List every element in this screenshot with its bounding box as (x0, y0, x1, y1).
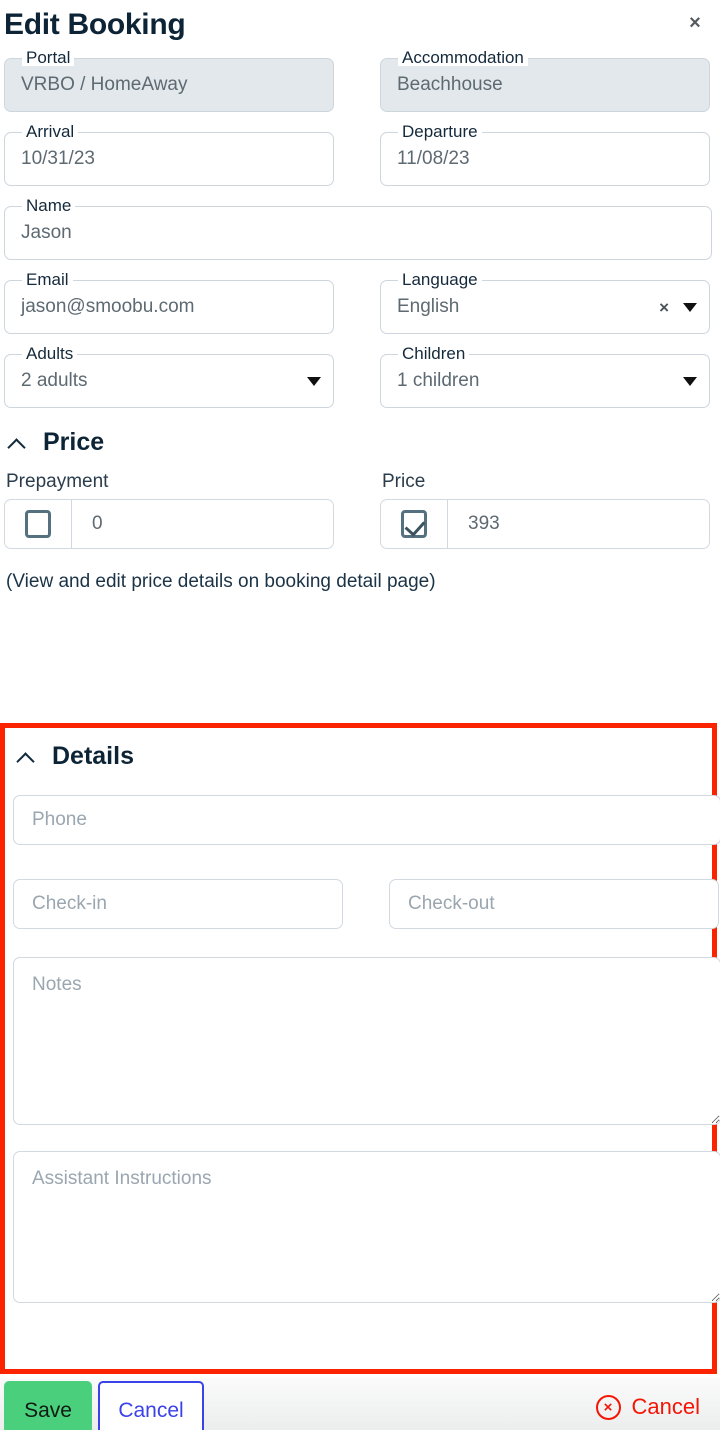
accommodation-value: Beachhouse (397, 74, 503, 95)
prepayment-checkbox[interactable] (4, 499, 72, 549)
language-label: Language (398, 271, 482, 288)
language-field[interactable]: Language English × (380, 271, 710, 334)
name-label: Name (22, 197, 76, 214)
checkin-checkout-row: Check-in Check-out (13, 879, 719, 929)
cancel-button[interactable]: Cancel (98, 1381, 204, 1430)
assistant-instructions-row (13, 1151, 720, 1303)
departure-field[interactable]: Departure 11/08/23 (380, 123, 710, 186)
adults-value: 2 adults (21, 370, 88, 391)
children-adornments (683, 355, 697, 407)
field-portal: Portal VRBO / HomeAway (4, 49, 334, 112)
price-checkbox[interactable] (380, 499, 448, 549)
details-section: Details Phone Check-in Check-out (11, 742, 720, 1303)
portal-field: Portal VRBO / HomeAway (4, 49, 334, 112)
accommodation-label: Accommodation (398, 49, 528, 66)
email-label: Email (22, 271, 73, 288)
field-arrival: Arrival 10/31/23 (4, 123, 334, 186)
chevron-down-icon[interactable] (683, 302, 697, 312)
adults-children-row: Adults 2 adults Children 1 children (4, 345, 716, 408)
portal-value: VRBO / HomeAway (21, 74, 188, 95)
adults-label: Adults (22, 345, 78, 362)
checkbox-checked-icon (401, 510, 427, 538)
arrival-field[interactable]: Arrival 10/31/23 (4, 123, 334, 186)
prepayment-value: 0 (92, 513, 103, 534)
price-value: 393 (468, 513, 500, 534)
email-value: jason@smoobu.com (21, 296, 195, 317)
chevron-down-icon[interactable] (307, 376, 321, 386)
booking-form: Portal VRBO / HomeAway Accommodation Bea… (0, 49, 720, 593)
prepayment-caption: Prepayment (6, 471, 109, 492)
name-value: Jason (21, 222, 72, 243)
field-email: Email jason@smoobu.com (4, 271, 334, 334)
edit-booking-modal: Edit Booking × Portal VRBO / HomeAway Ac… (0, 0, 720, 1430)
cancel-link[interactable]: × Cancel (595, 1394, 700, 1420)
price-row: Prepayment 0 Price 393 (4, 471, 716, 549)
notes-textarea[interactable] (13, 957, 720, 1125)
field-accommodation: Accommodation Beachhouse (380, 49, 710, 112)
phone-row: Phone (13, 795, 720, 845)
portal-label: Portal (22, 49, 75, 66)
price-group: Price 393 (380, 471, 710, 549)
field-adults: Adults 2 adults (4, 345, 334, 408)
close-icon[interactable]: × (659, 299, 669, 316)
save-button[interactable]: Save (4, 1381, 92, 1430)
accommodation-field: Accommodation Beachhouse (380, 49, 710, 112)
field-check-out: Check-out (389, 879, 719, 929)
chevron-down-icon[interactable] (683, 376, 697, 386)
close-icon[interactable]: × (682, 10, 708, 36)
page-title: Edit Booking (4, 8, 186, 41)
field-name: Name Jason (4, 197, 712, 260)
assistant-instructions-textarea[interactable] (13, 1151, 720, 1303)
notes-row (13, 957, 720, 1125)
children-field[interactable]: Children 1 children (380, 345, 710, 408)
chevron-up-icon[interactable] (8, 437, 26, 449)
children-value: 1 children (397, 370, 480, 391)
adults-field[interactable]: Adults 2 adults (4, 345, 334, 408)
details-section-highlight: Details Phone Check-in Check-out (0, 723, 720, 1374)
chevron-up-icon[interactable] (17, 751, 35, 763)
field-notes (13, 957, 720, 1125)
email-language-row: Email jason@smoobu.com Language English … (4, 271, 716, 334)
check-out-field[interactable]: Check-out (389, 879, 719, 929)
departure-label: Departure (398, 123, 482, 140)
details-section-header[interactable]: Details (17, 742, 704, 771)
departure-value: 11/08/23 (397, 148, 470, 169)
field-check-in: Check-in (13, 879, 343, 929)
prepayment-group: Prepayment 0 (4, 471, 334, 549)
checkbox-unchecked-icon (25, 510, 51, 538)
price-input[interactable]: 393 (448, 499, 710, 549)
price-section-header[interactable]: Price (8, 428, 716, 457)
price-note: (View and edit price details on booking … (6, 571, 436, 592)
cancel-link-label: Cancel (631, 1394, 700, 1419)
adults-adornments (307, 355, 321, 407)
email-field[interactable]: Email jason@smoobu.com (4, 271, 334, 334)
field-language: Language English × (380, 271, 710, 334)
modal-header: Edit Booking × (0, 0, 720, 58)
check-out-placeholder: Check-out (408, 893, 495, 914)
arrival-departure-row: Arrival 10/31/23 Departure 11/08/23 (4, 123, 716, 186)
circle-x-icon: × (595, 1394, 621, 1420)
language-adornments: × (659, 281, 697, 333)
phone-field[interactable]: Phone (13, 795, 720, 845)
field-phone: Phone (13, 795, 720, 845)
price-field: 393 (380, 499, 710, 549)
price-caption: Price (382, 471, 426, 492)
name-field[interactable]: Name Jason (4, 197, 712, 260)
details-section-title: Details (52, 742, 134, 770)
check-in-field[interactable]: Check-in (13, 879, 343, 929)
check-in-placeholder: Check-in (32, 893, 107, 914)
prepayment-field: 0 (4, 499, 334, 549)
phone-placeholder: Phone (32, 809, 87, 830)
arrival-label: Arrival (22, 123, 79, 140)
portal-accommodation-row: Portal VRBO / HomeAway Accommodation Bea… (4, 49, 716, 112)
field-assistant-instructions (13, 1151, 720, 1303)
modal-footer: Save Cancel × Cancel (0, 1378, 720, 1430)
field-children: Children 1 children (380, 345, 710, 408)
field-departure: Departure 11/08/23 (380, 123, 710, 186)
arrival-value: 10/31/23 (21, 148, 95, 169)
prepayment-input[interactable]: 0 (72, 499, 334, 549)
price-section-title: Price (43, 428, 105, 456)
children-label: Children (398, 345, 470, 362)
name-row: Name Jason (4, 197, 716, 260)
